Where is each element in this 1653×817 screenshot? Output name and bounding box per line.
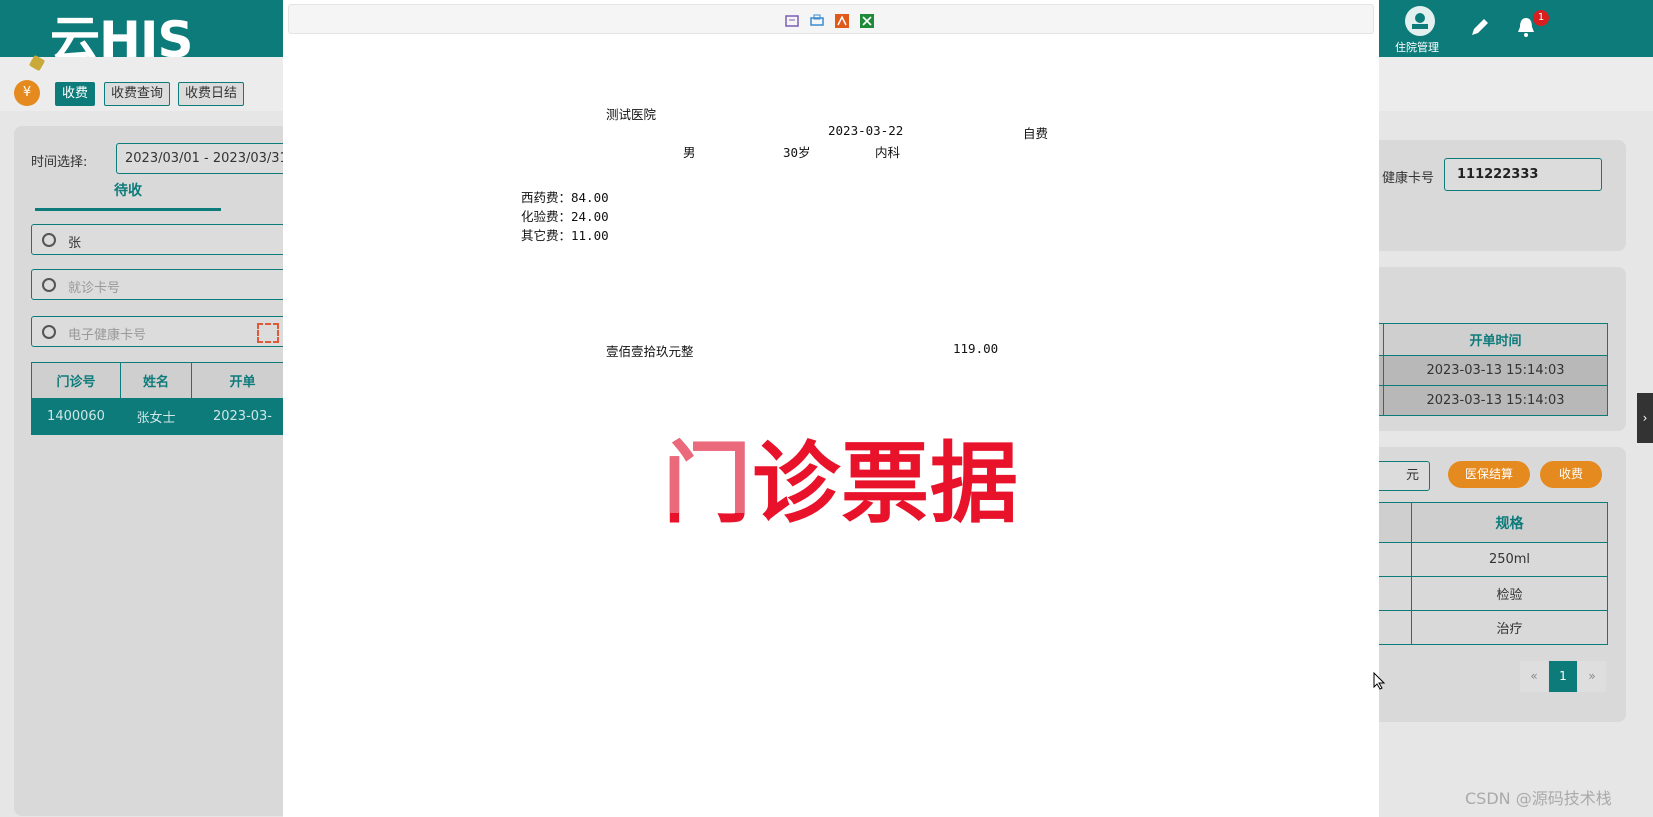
hospital-bed-icon xyxy=(1405,6,1435,36)
date-range-input[interactable]: 2023/03/01 - 2023/03/31 xyxy=(116,143,294,174)
scan-icon[interactable] xyxy=(257,323,279,343)
pager-page-1[interactable]: 1 xyxy=(1549,661,1577,692)
health-card-label: 健康卡号 xyxy=(1382,171,1435,186)
receipt-age: 30岁 xyxy=(783,145,811,160)
table-cell: 治疗 xyxy=(1411,610,1608,645)
table-cell: 250ml xyxy=(1411,542,1608,577)
overlay-title-highlight: 门诊票据 xyxy=(663,432,753,513)
table-cell: 2023-03-13 15:14:03 xyxy=(1383,355,1608,386)
charge-button[interactable]: 收费 xyxy=(1540,461,1602,488)
column-header: 姓名 xyxy=(120,362,192,399)
order-time-table: 开单时间 2023-03-13 15:14:03 2023-03-13 15:1… xyxy=(1360,323,1608,416)
print-preview-icon[interactable] xyxy=(784,13,800,29)
receipt-item-lab: 化验费：24.00 xyxy=(521,209,609,224)
table-row[interactable]: 治疗 xyxy=(1360,610,1608,645)
nav-inpatient-label: 住院管理 xyxy=(1395,41,1439,54)
footer-credit: CSDN @源码技术栈 xyxy=(1465,789,1612,808)
amount-unit: 元 xyxy=(1405,468,1419,483)
charge-coin-icon: ¥ xyxy=(14,80,40,106)
broom-icon xyxy=(28,54,46,72)
health-card-input[interactable]: 111222333 xyxy=(1444,158,1602,191)
table-row[interactable]: 2023-03-13 15:14:03 xyxy=(1360,355,1608,386)
table-cell: 张女士 xyxy=(120,398,192,435)
right-info-panel: 健康卡号 111222333 xyxy=(1360,140,1626,251)
pdf-export-icon[interactable] xyxy=(834,13,850,29)
side-expand-handle[interactable]: › xyxy=(1637,393,1653,443)
search-icon xyxy=(42,278,56,292)
table-cell: 2023-03-13 15:14:03 xyxy=(1383,385,1608,416)
excel-export-icon[interactable] xyxy=(859,13,875,29)
ehealth-card-input[interactable]: 电子健康卡号 xyxy=(31,316,294,347)
insurance-settle-button[interactable]: 医保结算 xyxy=(1448,461,1530,488)
patient-table: 门诊号 姓名 开单 1400060 张女士 2023-03- xyxy=(31,362,294,435)
left-panel: 时间选择: 2023/03/01 - 2023/03/31 待收 张 就诊卡号 … xyxy=(14,126,294,816)
tab-charge-query[interactable]: 收费查询 xyxy=(104,82,171,106)
nav-inpatient[interactable]: 住院管理 xyxy=(1393,6,1443,54)
table-row[interactable]: 2023-03-13 15:14:03 xyxy=(1360,385,1608,416)
tab-charge[interactable]: 收费 xyxy=(55,82,96,106)
tab-daily-settlement[interactable]: 收费日结 xyxy=(178,82,245,106)
column-header: 门诊号 xyxy=(31,362,121,399)
receipt-amount-words: 壹佰壹拾玖元整 xyxy=(606,344,694,359)
printer-icon[interactable] xyxy=(809,13,825,29)
notification-badge: 1 xyxy=(1533,10,1549,26)
column-header: 规格 xyxy=(1411,502,1608,543)
time-label: 时间选择: xyxy=(31,155,88,170)
pencil-icon[interactable] xyxy=(1469,16,1491,42)
card-number-input[interactable]: 就诊卡号 xyxy=(31,269,294,300)
column-header: 开单时间 xyxy=(1383,323,1608,356)
receipt-amount: 119.00 xyxy=(953,341,999,356)
table-cell: 1400060 xyxy=(31,398,121,435)
table-cell: 检验 xyxy=(1411,576,1608,611)
name-search-value: 张 xyxy=(68,236,82,251)
ehealth-card-placeholder: 电子健康卡号 xyxy=(68,328,147,343)
receipt-pay-type: 自费 xyxy=(1023,126,1049,141)
pager-prev[interactable]: « xyxy=(1520,661,1548,692)
card-number-placeholder: 就诊卡号 xyxy=(68,281,121,296)
right-orders-panel: 开单时间 2023-03-13 15:14:03 2023-03-13 15:1… xyxy=(1360,267,1626,431)
chevron-right-icon: › xyxy=(1642,411,1648,425)
item-spec-table: 规格 250ml 检验 治疗 xyxy=(1360,502,1608,645)
search-icon xyxy=(42,325,56,339)
print-toolbar xyxy=(288,4,1374,34)
mouse-cursor-icon xyxy=(1373,671,1386,694)
tab-pending[interactable]: 待收 xyxy=(35,180,221,211)
search-icon xyxy=(42,233,56,247)
receipt-item-western-medicine: 西药费：84.00 xyxy=(521,190,609,205)
pager-next[interactable]: » xyxy=(1578,661,1606,692)
table-cell: 2023-03- xyxy=(191,398,294,435)
column-header: 开单 xyxy=(191,362,294,399)
receipt-date: 2023-03-22 xyxy=(828,123,904,138)
receipt-hospital-name: 测试医院 xyxy=(606,107,657,122)
table-row[interactable]: 检验 xyxy=(1360,576,1608,611)
receipt-dept: 内科 xyxy=(875,145,901,160)
name-search-input[interactable]: 张 xyxy=(31,224,294,255)
receipt-preview-modal: 测试医院 2023-03-22 自费 男 30岁 内科 西药费：84.00 化验… xyxy=(283,0,1379,817)
table-row[interactable]: 1400060 张女士 2023-03- xyxy=(31,398,294,435)
receipt-gender: 男 xyxy=(683,145,696,160)
receipt-item-other: 其它费：11.00 xyxy=(521,228,609,243)
table-row[interactable]: 250ml xyxy=(1360,542,1608,577)
